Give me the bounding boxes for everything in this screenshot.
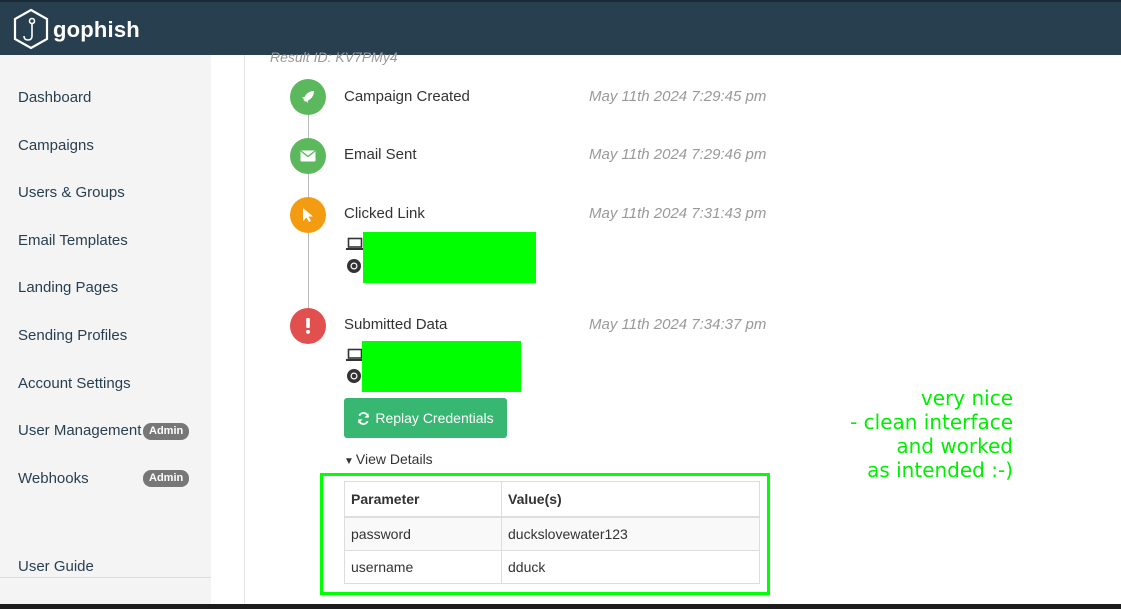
redaction-box bbox=[363, 232, 536, 283]
event-time: May 11th 2024 7:29:46 pm bbox=[589, 146, 767, 163]
admin-badge: Admin bbox=[143, 470, 190, 487]
annotation-note: very nice - clean interface and worked a… bbox=[850, 386, 1013, 482]
annotation-line: as intended :-) bbox=[867, 458, 1013, 482]
table-cell: username bbox=[344, 550, 502, 584]
sidebar-divider bbox=[0, 577, 211, 578]
sidebar-item-landing-pages[interactable]: Landing Pages bbox=[18, 279, 118, 296]
submitted-data-table: Parameter Value(s) password duckslovewat… bbox=[344, 481, 760, 584]
sidebar-item-webhooks[interactable]: Webhooks bbox=[18, 470, 89, 487]
view-details-label: View Details bbox=[355, 451, 433, 467]
table-row: password duckslovewater123 bbox=[344, 516, 760, 551]
column-header: Parameter bbox=[344, 481, 502, 518]
replay-credentials-label: Replay Credentials bbox=[375, 410, 494, 426]
sidebar: Dashboard Campaigns Users & Groups Email… bbox=[0, 55, 211, 609]
redaction-box bbox=[362, 341, 521, 392]
result-id: Result ID: KV7PMy4 bbox=[270, 49, 398, 65]
table-cell: password bbox=[344, 516, 502, 551]
event-title: Clicked Link bbox=[344, 205, 425, 222]
caret-down-icon: ▼ bbox=[344, 456, 354, 467]
event-title: Email Sent bbox=[344, 146, 417, 163]
annotation-line: - clean interface bbox=[850, 410, 1013, 434]
replay-credentials-button[interactable]: Replay Credentials bbox=[344, 398, 507, 438]
gophish-logo-icon[interactable] bbox=[12, 8, 50, 55]
chrome-icon bbox=[346, 368, 362, 389]
table-header-row: Parameter Value(s) bbox=[344, 481, 760, 518]
top-navbar: gophish bbox=[0, 0, 1121, 55]
sidebar-item-user-management[interactable]: User Management bbox=[18, 422, 141, 439]
sidebar-item-users-groups[interactable]: Users & Groups bbox=[18, 184, 125, 201]
sidebar-item-account-settings[interactable]: Account Settings bbox=[18, 375, 131, 392]
envelope-icon bbox=[290, 138, 326, 174]
bottom-bar bbox=[0, 604, 1121, 609]
chrome-icon bbox=[346, 258, 362, 279]
app-name[interactable]: gophish bbox=[53, 17, 140, 43]
event-title: Submitted Data bbox=[344, 316, 448, 333]
sidebar-item-sending-profiles[interactable]: Sending Profiles bbox=[18, 327, 127, 344]
event-time: May 11th 2024 7:34:37 pm bbox=[589, 316, 767, 333]
event-title: Campaign Created bbox=[344, 88, 470, 105]
exclamation-icon bbox=[290, 308, 326, 344]
annotation-line: and worked bbox=[896, 434, 1013, 458]
content-border bbox=[244, 55, 245, 609]
column-header: Value(s) bbox=[501, 481, 760, 518]
table-row: username dduck bbox=[344, 550, 760, 584]
refresh-icon bbox=[357, 411, 370, 425]
view-details-toggle[interactable]: ▼ View Details bbox=[344, 451, 433, 467]
event-time: May 11th 2024 7:31:43 pm bbox=[589, 205, 767, 222]
sidebar-item-campaigns[interactable]: Campaigns bbox=[18, 137, 94, 154]
laptop-icon bbox=[346, 237, 364, 256]
event-time: May 11th 2024 7:29:45 pm bbox=[589, 88, 767, 105]
table-cell: dduck bbox=[501, 550, 760, 584]
rocket-icon bbox=[290, 79, 326, 115]
table-cell: duckslovewater123 bbox=[501, 516, 760, 551]
sidebar-item-user-guide[interactable]: User Guide bbox=[18, 558, 94, 575]
annotation-line: very nice bbox=[920, 386, 1013, 410]
cursor-icon bbox=[290, 197, 326, 233]
admin-badge: Admin bbox=[143, 423, 190, 440]
sidebar-item-dashboard[interactable]: Dashboard bbox=[18, 89, 91, 106]
sidebar-item-email-templates[interactable]: Email Templates bbox=[18, 232, 128, 249]
